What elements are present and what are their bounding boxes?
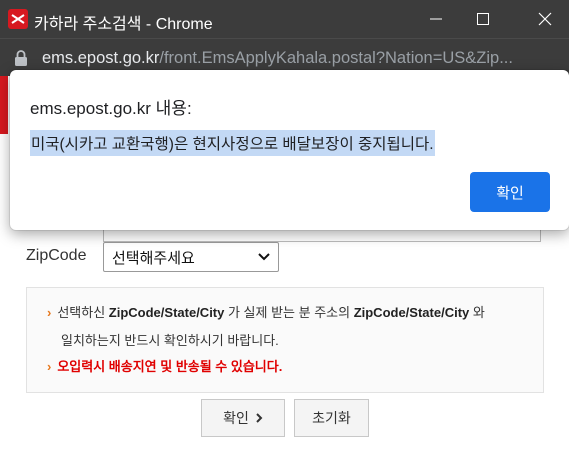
dialog-ok-button[interactable]: 확인 xyxy=(470,172,550,212)
confirm-button-label: 확인 xyxy=(223,410,249,426)
chevron-down-icon xyxy=(258,253,270,261)
brand-strip xyxy=(0,76,8,134)
notice-line-2: 일치하는지 반드시 확인하시기 바랍니다. xyxy=(61,333,279,348)
arrow-right-icon: › xyxy=(47,359,52,374)
minimize-icon xyxy=(430,18,442,20)
zipcode-select-value: 선택해주세요 xyxy=(112,250,195,267)
window-title: 카하라 주소검색 - Chrome xyxy=(34,16,213,33)
maximize-button[interactable] xyxy=(460,0,506,38)
url-path: /front.EmsApplyKahala.postal?Nation=US&Z… xyxy=(159,49,513,67)
alert-dialog: ems.epost.go.kr 내용: 미국(시카고 교환국행)은 현지사정으로… xyxy=(10,70,569,230)
notice-line-1: › 선택하신 ZipCode/State/City 가 실제 받는 분 주소의 Z… xyxy=(47,305,485,320)
minimize-button[interactable] xyxy=(413,0,459,38)
notice-line-warning: › 오입력시 배송지연 및 반송될 수 있습니다. xyxy=(47,359,283,374)
dialog-title: ems.epost.go.kr 내용: xyxy=(30,99,192,118)
chevron-right-icon xyxy=(256,413,263,423)
notice-box: › 선택하신 ZipCode/State/City 가 실제 받는 분 주소의 Z… xyxy=(26,287,544,393)
url-host: ems.epost.go.kr xyxy=(42,49,160,67)
close-button[interactable] xyxy=(520,0,569,38)
confirm-button[interactable]: 확인 xyxy=(201,399,285,437)
lock-icon[interactable] xyxy=(14,49,28,67)
maximize-icon xyxy=(477,13,489,25)
zipcode-select[interactable]: 선택해주세요 xyxy=(103,242,279,272)
url-text[interactable]: ems.epost.go.kr/front.EmsApplyKahala.pos… xyxy=(42,49,513,68)
window-titlebar: 카하라 주소검색 - Chrome xyxy=(0,0,569,38)
reset-button-label: 초기화 xyxy=(312,410,351,426)
close-icon xyxy=(538,12,551,26)
ems-logo-icon xyxy=(8,9,28,29)
dialog-message: 미국(시카고 교환국행)은 현지사정으로 배달보장이 중지됩니다. xyxy=(30,130,435,156)
reset-button[interactable]: 초기화 xyxy=(294,399,369,437)
zipcode-label: ZipCode xyxy=(26,247,87,264)
arrow-right-icon: › xyxy=(47,305,52,320)
